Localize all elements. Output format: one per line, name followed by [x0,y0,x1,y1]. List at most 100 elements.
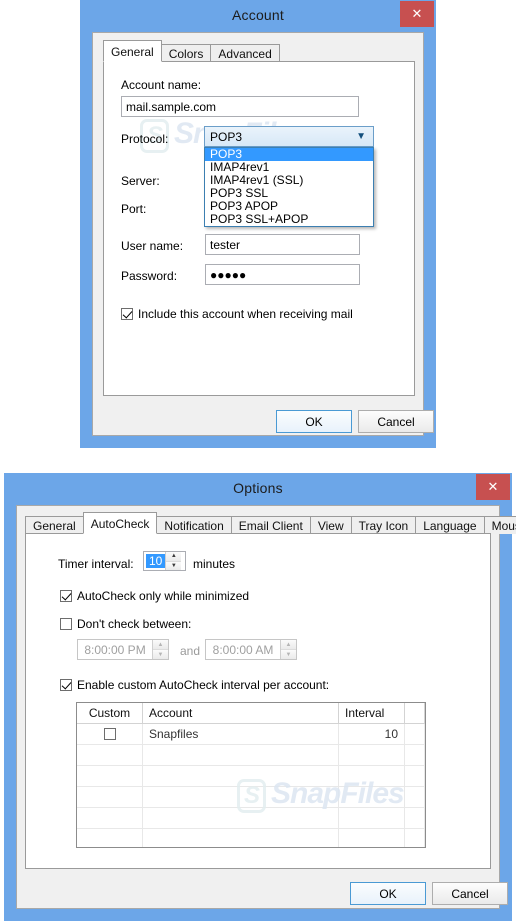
grid-cell-pad [405,829,425,847]
grid-cell-pad [405,745,425,765]
options-autocheck-panel: Timer interval: 10 ▲ ▼ minutes AutoCheck… [25,533,491,869]
tab-email-client-label: Email Client [238,519,303,533]
timer-interval-label: Timer interval: [58,557,134,571]
grid-cell-account [143,745,339,765]
tab-autocheck-label: AutoCheck [90,517,150,531]
time-from-value[interactable]: 8:00:00 PM [78,640,152,659]
dropdown-option[interactable]: POP3 SSL+APOP [205,213,373,226]
options-client-area: General AutoCheck Notification Email Cli… [16,505,516,909]
tab-notification[interactable]: Notification [156,516,232,534]
grid-cell-custom[interactable] [77,724,143,744]
grid-cell-interval: 10 [339,724,405,744]
options-titlebar: Options ✕ [4,473,512,503]
account-general-panel: SSnapFiles Account name: mail.sample.com… [103,61,415,396]
tab-general[interactable]: General [103,40,162,62]
grid-header-pad [405,703,425,723]
account-tabstrip: General Colors Advanced [103,40,280,62]
grid-cell-pad [405,766,425,786]
options-cancel-button[interactable]: Cancel [432,882,508,905]
account-title: Account [232,7,284,23]
tab-colors[interactable]: Colors [160,44,212,62]
account-cancel-button[interactable]: Cancel [358,410,434,433]
grid-cell-custom [77,766,143,786]
tab-autocheck[interactable]: AutoCheck [82,512,158,534]
tab-tray-icon-label: Tray Icon [358,519,409,533]
password-label: Password: [121,269,178,283]
tab-view[interactable]: View [309,516,352,534]
checkbox-icon [60,679,72,691]
table-row[interactable] [77,808,425,829]
spinner-down-icon[interactable]: ▼ [281,650,296,659]
account-name-input[interactable]: mail.sample.com [121,96,359,117]
accounts-grid[interactable]: Custom Account Interval Snapfiles 10 S S… [76,702,426,848]
autocheck-minimized-checkbox[interactable]: AutoCheck only while minimized [60,589,249,603]
spinner-up-icon[interactable]: ▲ [166,552,182,562]
table-row[interactable] [77,766,425,787]
username-input[interactable]: tester [205,234,360,255]
grid-cell-interval [339,829,405,847]
chevron-down-icon: ▼ [356,131,366,142]
close-icon[interactable]: ✕ [476,474,510,500]
table-row[interactable]: Snapfiles 10 [77,724,425,745]
protocol-dropdown-list[interactable]: POP3 IMAP4rev1 IMAP4rev1 (SSL) POP3 SSL … [204,147,374,227]
account-ok-button[interactable]: OK [276,410,352,433]
grid-header-interval: Interval [339,703,405,723]
options-ok-button[interactable]: OK [350,882,426,905]
account-window: Account ✕ General Colors Advanced SSnapF… [80,0,436,448]
tab-view-label: View [317,519,344,533]
spinner-buttons[interactable]: ▲ ▼ [280,640,296,659]
server-label: Server: [121,174,160,188]
table-row[interactable] [77,787,425,808]
options-window: Options ✕ General AutoCheck Notification… [4,473,516,921]
password-input[interactable]: ●●●●● [205,264,360,285]
tab-language-label: Language [423,519,477,533]
tab-general-label: General [33,519,76,533]
time-to-spinner[interactable]: 8:00:00 AM ▲ ▼ [205,639,297,660]
protocol-selected-value: POP3 [210,129,243,144]
table-row[interactable] [77,829,425,847]
timer-units-label: minutes [193,557,236,571]
grid-cell-custom [77,745,143,765]
grid-cell-interval [339,787,405,807]
checkbox-icon [60,590,72,602]
protocol-combobox[interactable]: POP3 ▼ [204,126,374,147]
options-tabstrip: General AutoCheck Notification Email Cli… [25,512,516,534]
checkbox-icon[interactable] [103,728,116,740]
table-row[interactable] [77,745,425,766]
grid-cell-custom [77,808,143,828]
tab-advanced-label: Advanced [218,47,272,61]
time-from-spinner[interactable]: 8:00:00 PM ▲ ▼ [77,639,169,660]
tab-colors-label: Colors [168,47,204,61]
tab-general[interactable]: General [25,516,84,534]
include-account-checkbox[interactable]: Include this account when receiving mail [121,307,353,321]
timer-interval-spinner[interactable]: 10 ▲ ▼ [143,551,186,571]
tab-advanced[interactable]: Advanced [210,44,280,62]
include-account-label: Include this account when receiving mail [138,307,353,321]
grid-cell-custom [77,787,143,807]
spinner-down-icon[interactable]: ▼ [166,561,182,570]
grid-cell-pad [405,724,425,744]
dont-check-between-label: Don't check between: [77,617,192,631]
grid-header-custom: Custom [77,703,143,723]
tab-language[interactable]: Language [415,516,485,534]
time-and-label: and [180,644,201,658]
time-to-value[interactable]: 8:00:00 AM [206,640,280,659]
spinner-buttons[interactable]: ▲ ▼ [152,640,168,659]
timer-interval-value[interactable]: 10 [146,554,166,568]
grid-cell-account [143,808,339,828]
spinner-up-icon[interactable]: ▲ [153,640,168,650]
options-title: Options [233,480,283,496]
custom-interval-checkbox[interactable]: Enable custom AutoCheck interval per acc… [60,678,329,692]
spinner-down-icon[interactable]: ▼ [153,650,168,659]
dont-check-between-checkbox[interactable]: Don't check between: [60,617,191,631]
close-icon[interactable]: ✕ [400,1,434,27]
tab-mouse-actions[interactable]: Mouse A [483,516,516,534]
account-name-label: Account name: [121,78,202,92]
tab-email-client[interactable]: Email Client [230,516,311,534]
spinner-buttons[interactable]: ▲ ▼ [165,552,182,570]
grid-header-account: Account [143,703,339,723]
grid-cell-account [143,829,339,847]
tab-tray-icon[interactable]: Tray Icon [350,516,417,534]
autocheck-minimized-label: AutoCheck only while minimized [77,589,250,603]
spinner-up-icon[interactable]: ▲ [281,640,296,650]
